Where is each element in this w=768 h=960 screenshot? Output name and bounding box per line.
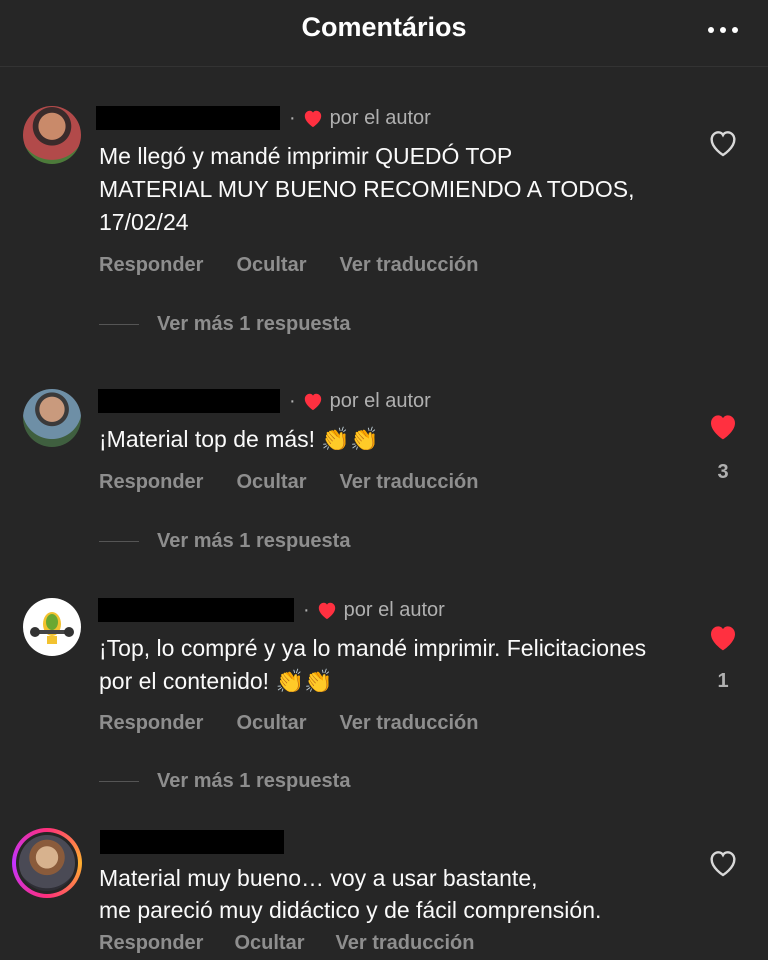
- author-badge: por el autor: [329, 389, 431, 412]
- like-count: 1: [717, 670, 729, 692]
- author-like-meta: · por el autor: [289, 389, 431, 412]
- redacted-username: [98, 389, 280, 413]
- author-heart-icon: [302, 391, 324, 411]
- like-filled-icon[interactable]: [707, 411, 739, 446]
- view-replies-label: Ver más 1 respuesta: [157, 313, 351, 335]
- comment-text: Material muy bueno… voy a usar bastante,…: [99, 865, 602, 923]
- comment-actions: Responder Ocultar Ver traducción: [99, 712, 478, 735]
- page-title: Comentários: [301, 12, 467, 42]
- reply-button[interactable]: Responder: [99, 471, 203, 494]
- reply-button[interactable]: Responder: [99, 254, 203, 277]
- comment-text: ¡Top, lo compré y ya lo mandé imprimir. …: [99, 635, 647, 694]
- more-options-icon[interactable]: [708, 26, 738, 34]
- view-replies[interactable]: Ver más 1 respuesta: [99, 770, 350, 793]
- avatar: [19, 835, 75, 891]
- avatar[interactable]: [23, 389, 81, 447]
- translate-button[interactable]: Ver traducción: [340, 254, 479, 277]
- like-count: 3: [717, 461, 729, 483]
- hide-button[interactable]: Ocultar: [236, 712, 306, 735]
- comment-text: Me llegó y mandé imprimir QUEDÓ TOP MATE…: [99, 143, 635, 235]
- hide-button[interactable]: Ocultar: [236, 254, 306, 277]
- view-replies[interactable]: Ver más 1 respuesta: [99, 530, 350, 553]
- translate-button[interactable]: Ver traducción: [336, 932, 475, 955]
- comment-actions: Responder Ocultar Ver traducción: [99, 254, 478, 277]
- avatar-story-ring[interactable]: [12, 828, 82, 898]
- author-heart-icon: [316, 600, 338, 620]
- reply-button[interactable]: Responder: [99, 712, 203, 735]
- comments-header: Comentários: [0, 0, 768, 67]
- like-outline-icon[interactable]: [707, 128, 739, 163]
- view-replies-label: Ver más 1 respuesta: [157, 770, 351, 792]
- author-heart-icon: [302, 108, 324, 128]
- hide-button[interactable]: Ocultar: [236, 471, 306, 494]
- author-badge: por el autor: [343, 598, 445, 621]
- like-outline-icon[interactable]: [707, 848, 739, 883]
- translate-button[interactable]: Ver traducción: [340, 712, 479, 735]
- translate-button[interactable]: Ver traducción: [340, 471, 479, 494]
- author-like-meta: · por el autor: [303, 598, 445, 621]
- author-like-meta: · por el autor: [289, 106, 431, 129]
- view-replies-label: Ver más 1 respuesta: [157, 530, 351, 552]
- redacted-username: [100, 830, 284, 854]
- reply-button[interactable]: Responder: [99, 932, 203, 955]
- view-replies[interactable]: Ver más 1 respuesta: [99, 313, 350, 336]
- redacted-username: [96, 106, 280, 130]
- avatar[interactable]: [23, 106, 81, 164]
- hide-button[interactable]: Ocultar: [234, 932, 304, 955]
- author-badge: por el autor: [329, 106, 431, 129]
- comment-actions: Responder Ocultar Ver traducción: [99, 932, 474, 955]
- comment-text: ¡Material top de más! 👏👏: [99, 426, 379, 452]
- comment-actions: Responder Ocultar Ver traducción: [99, 471, 478, 494]
- avatar[interactable]: [23, 598, 81, 656]
- redacted-username: [98, 598, 294, 622]
- like-filled-icon[interactable]: [707, 622, 739, 657]
